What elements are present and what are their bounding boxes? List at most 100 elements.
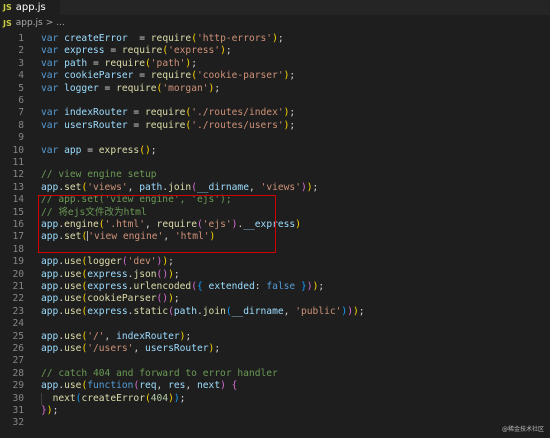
- line-number: 32: [12, 417, 24, 429]
- code-line[interactable]: 28 // catch 404 and forward to error hand…: [0, 368, 550, 380]
- code-token: =: [104, 45, 122, 57]
- code-token: require: [121, 45, 163, 57]
- code-line[interactable]: 29 app.use(function(req, res, next) {: [0, 380, 550, 392]
- code-token: var: [41, 33, 65, 44]
- code-token: usersRouter: [64, 119, 128, 131]
- code-line[interactable]: 24: [0, 318, 550, 330]
- code-token: =: [127, 33, 151, 44]
- code-token: use: [64, 256, 82, 268]
- code-text: app.set('views', path.join(__dirname, 'v…: [41, 182, 318, 194]
- code-token: app: [64, 144, 82, 156]
- code-token: use: [64, 330, 82, 342]
- code-token: ;: [214, 82, 221, 94]
- code-token: usersRouter: [145, 343, 209, 354]
- code-text: // catch 404 and forward to error handle…: [41, 368, 278, 380]
- code-token: require: [150, 70, 192, 82]
- code-token: express: [87, 268, 128, 280]
- line-number: 8: [18, 119, 24, 131]
- code-line[interactable]: 25 app.use('/', indexRouter);: [0, 331, 550, 343]
- code-line[interactable]: 3 var path = require('path');: [0, 58, 550, 70]
- code-line[interactable]: 4 var cookieParser = require('cookie-pars…: [0, 70, 550, 82]
- code-token: '/users': [87, 343, 134, 354]
- code-line[interactable]: 19 app.use(logger('dev'));: [0, 256, 550, 268]
- code-text: next(createError(404));: [41, 392, 186, 405]
- code-text: });: [41, 405, 58, 417]
- tab-bar: JS app.js: [0, 0, 550, 15]
- line-number: 19: [12, 256, 24, 268]
- code-token: ;: [225, 45, 232, 57]
- code-line[interactable]: 9: [0, 132, 550, 144]
- line-number: 26: [12, 343, 24, 354]
- line-number: 4: [18, 70, 24, 82]
- code-token: (): [156, 268, 169, 280]
- line-number: 29: [12, 380, 24, 392]
- code-line[interactable]: 8 var usersRouter = require('./routes/use…: [0, 120, 550, 132]
- code-line[interactable]: 22 app.use(cookieParser());: [0, 293, 550, 305]
- code-token: logger: [87, 256, 122, 268]
- code-line[interactable]: 6: [0, 95, 550, 107]
- code-token: 'views': [260, 181, 301, 193]
- code-token: =: [133, 70, 151, 82]
- code-line[interactable]: 21 app.use(express.urlencoded({ extended:…: [0, 281, 550, 293]
- js-file-icon: JS: [3, 18, 12, 28]
- line-number: 22: [12, 293, 24, 305]
- code-token: ;: [179, 392, 186, 404]
- code-token: createError: [81, 392, 145, 404]
- code-token: require: [144, 107, 186, 119]
- code-token: use: [64, 380, 82, 392]
- code-token: // view engine setup: [41, 169, 157, 181]
- code-line[interactable]: 12 // view engine setup: [0, 169, 550, 181]
- code-line[interactable]: 31});: [0, 405, 550, 417]
- code-token: json: [133, 268, 157, 280]
- line-number: 12: [12, 169, 24, 181]
- code-line[interactable]: 27: [0, 355, 550, 367]
- code-token: 'views': [87, 181, 128, 193]
- code-line[interactable]: 2 var express = require('express');: [0, 45, 550, 57]
- code-line[interactable]: 7 var indexRouter = require('./routes/ind…: [0, 107, 550, 119]
- code-token: }: [295, 281, 307, 292]
- code-token: join: [168, 181, 192, 193]
- line-number: 11: [12, 157, 24, 168]
- code-token: =: [98, 82, 117, 94]
- code-token: path: [173, 305, 197, 317]
- line-number: 14: [12, 194, 24, 206]
- line-number: 6: [18, 95, 24, 106]
- code-token: :: [254, 281, 267, 292]
- code-line[interactable]: 30 next(createError(404));: [0, 392, 550, 405]
- code-text: // view engine setup: [41, 169, 157, 181]
- code-token: require: [144, 119, 186, 131]
- code-token: ,: [104, 330, 117, 342]
- code-line[interactable]: 13 app.set('views', path.join(__dirname, …: [0, 182, 550, 194]
- code-token: urlencoded: [133, 281, 192, 292]
- code-token: './routes/index': [191, 107, 284, 119]
- breadcrumb-more[interactable]: ...: [56, 18, 65, 28]
- code-token: extended: [208, 281, 255, 292]
- code-token: 'path': [150, 57, 186, 69]
- code-token: cookieParser: [87, 293, 157, 305]
- code-token: app: [41, 281, 59, 292]
- code-token: path: [64, 57, 88, 69]
- code-line[interactable]: 20 app.use(express.json());: [0, 269, 550, 281]
- code-line[interactable]: 11: [0, 157, 550, 169]
- tab-app-js[interactable]: JS app.js: [0, 0, 60, 15]
- code-token: ;: [173, 268, 180, 280]
- code-line[interactable]: 23 app.use(express.static(path.join(__dir…: [0, 306, 550, 318]
- code-line[interactable]: 1 var createError = require('http-errors'…: [0, 33, 550, 45]
- code-token: ,: [185, 380, 197, 392]
- code-token: 'http-errors': [196, 33, 273, 44]
- code-line[interactable]: 10 var app = express();: [0, 145, 550, 157]
- breadcrumb-file[interactable]: app.js: [16, 18, 43, 28]
- code-text: var indexRouter = require('./routes/inde…: [41, 107, 295, 119]
- code-text: app.use(express.static(path.join(__dirna…: [41, 306, 365, 318]
- code-line[interactable]: 5 var logger = require('morgan');: [0, 83, 550, 95]
- code-line[interactable]: 32: [0, 417, 550, 429]
- code-token: next: [52, 392, 76, 404]
- code-text: var createError = require('http-errors')…: [41, 33, 284, 45]
- code-token: ;: [214, 343, 221, 354]
- code-line[interactable]: 26 app.use('/users', usersRouter);: [0, 343, 550, 355]
- code-token: ;: [289, 119, 296, 131]
- code-token: indexRouter: [64, 107, 128, 119]
- code-token: path: [139, 181, 163, 193]
- code-token: (): [156, 293, 169, 305]
- code-token: app: [41, 256, 59, 268]
